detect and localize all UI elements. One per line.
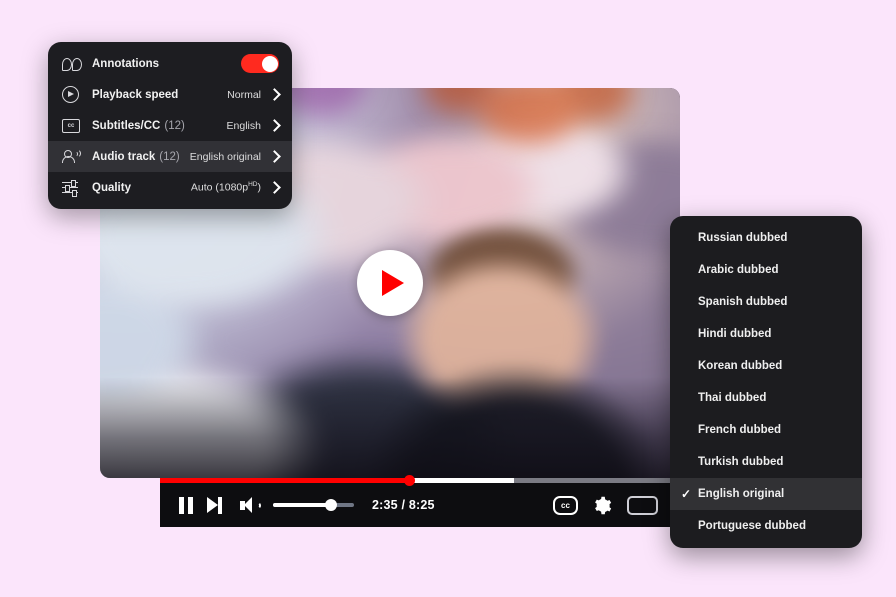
play-icon: [381, 270, 404, 296]
volume-slider[interactable]: [273, 499, 354, 511]
audio-track-option-label: Thai dubbed: [698, 392, 767, 404]
settings-row-count: (12): [164, 119, 185, 132]
settings-row-subtitles[interactable]: cc Subtitles/CC (12) English: [48, 110, 292, 141]
volume-button[interactable]: [222, 496, 261, 514]
audio-track-option[interactable]: Thai dubbed: [670, 382, 862, 414]
settings-row-label: Audio track: [92, 150, 156, 163]
audio-track-option-label: Turkish dubbed: [698, 456, 784, 468]
audio-track-option[interactable]: French dubbed: [670, 414, 862, 446]
audio-track-option[interactable]: Turkish dubbed: [670, 446, 862, 478]
audio-track-option[interactable]: Spanish dubbed: [670, 286, 862, 318]
audio-track-option-label: French dubbed: [698, 424, 782, 436]
settings-row-label: Playback speed: [92, 88, 179, 101]
check-icon: ✓: [681, 487, 692, 501]
play-button[interactable]: [357, 250, 423, 316]
settings-row-playback-speed[interactable]: Playback speed Normal: [48, 79, 292, 110]
volume-slider-handle[interactable]: [325, 499, 338, 511]
settings-row-label: Annotations: [92, 57, 160, 70]
audio-track-option-label: Arabic dubbed: [698, 264, 779, 276]
fullscreen-icon[interactable]: [627, 495, 658, 515]
quality-value-text: Auto (1080p: [190, 181, 249, 194]
audio-track-option-label: Hindi dubbed: [698, 328, 772, 340]
settings-row-label: Quality: [92, 181, 131, 194]
chevron-right-icon: [268, 88, 281, 101]
pause-icon: [179, 496, 195, 514]
audio-track-option[interactable]: Arabic dubbed: [670, 254, 862, 286]
audio-track-option-label: Korean dubbed: [698, 360, 783, 372]
toggle-knob: [261, 55, 278, 72]
gear-icon[interactable]: [593, 496, 612, 515]
quality-value-suffix: ): [257, 181, 262, 194]
annotations-toggle[interactable]: [241, 54, 279, 73]
settings-row-value: English original: [189, 150, 261, 163]
settings-row-value: English: [226, 119, 261, 132]
chevron-right-icon: [268, 181, 281, 194]
player-control-bar: 2:35 / 8:25 cc: [160, 475, 680, 527]
volume-slider-fill: [273, 503, 332, 507]
playback-speed-icon: [62, 86, 84, 103]
chevron-right-icon: [268, 150, 281, 163]
settings-row-label: Subtitles/CC: [92, 119, 161, 132]
screen: 2:35 / 8:25 cc Annotations Playback spee…: [0, 0, 896, 597]
time-display: 2:35 / 8:25: [372, 498, 435, 512]
audio-track-option-label: English original: [698, 488, 785, 500]
pause-button[interactable]: [160, 496, 195, 514]
audio-track-option[interactable]: Korean dubbed: [670, 350, 862, 382]
audio-track-option[interactable]: Russian dubbed: [670, 222, 862, 254]
audio-track-dropdown: Russian dubbed Arabic dubbed Spanish dubbe…: [670, 216, 862, 548]
quality-icon: [62, 180, 84, 197]
audio-track-icon: [62, 148, 84, 164]
settings-row-value: Normal: [227, 88, 261, 101]
audio-track-option-label: Portuguese dubbed: [698, 520, 806, 532]
next-video-button[interactable]: [195, 496, 222, 514]
volume-icon: [240, 496, 261, 514]
next-track-icon: [207, 496, 222, 514]
settings-row-annotations[interactable]: Annotations: [48, 48, 292, 79]
settings-row-quality[interactable]: Quality Auto (1080pHD): [48, 172, 292, 203]
closed-captions-icon[interactable]: cc: [553, 495, 578, 515]
annotations-icon: [62, 57, 84, 71]
audio-track-option[interactable]: ✓ English original: [670, 478, 862, 510]
settings-row-count: (12): [159, 150, 180, 163]
audio-track-option-label: Spanish dubbed: [698, 296, 788, 308]
quality-hd-badge: HD: [248, 181, 258, 189]
closed-captions-icon: cc: [62, 118, 84, 133]
audio-track-option[interactable]: Portuguese dubbed: [670, 510, 862, 542]
audio-track-option[interactable]: Hindi dubbed: [670, 318, 862, 350]
settings-row-value: Auto (1080pHD): [191, 181, 261, 194]
audio-track-option-label: Russian dubbed: [698, 232, 788, 244]
chevron-right-icon: [268, 119, 281, 132]
player-settings-menu: Annotations Playback speed Normal cc Sub…: [48, 42, 292, 209]
settings-row-audio-track[interactable]: Audio track (12) English original: [48, 141, 292, 172]
